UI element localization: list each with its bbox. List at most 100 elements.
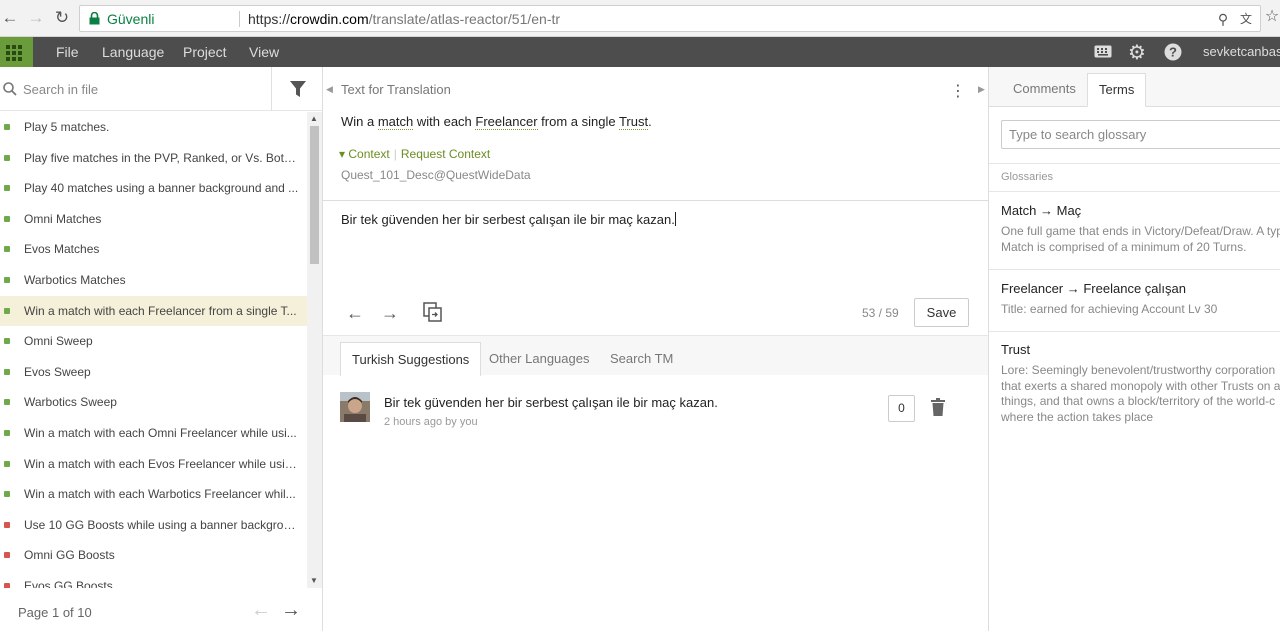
url-protocol: https:// [248, 11, 291, 27]
tab-other-languages[interactable]: Other Languages [478, 342, 600, 376]
search-in-file-input[interactable] [23, 79, 263, 99]
keyboard-icon[interactable] [1094, 45, 1112, 58]
source-label: Text for Translation [341, 82, 451, 97]
string-identifier: Quest_101_Desc@QuestWideData [341, 168, 531, 182]
copy-source-icon[interactable] [423, 302, 442, 322]
term-description: One full game that ends in Victory/Defea… [1001, 224, 1280, 238]
context-toggle-icon[interactable]: ▾ [339, 147, 345, 161]
glossary-search-input[interactable] [1001, 120, 1280, 149]
next-string-icon[interactable]: → [381, 303, 399, 324]
term-title: Trust [1001, 342, 1031, 357]
string-list-label: Evos Matches [24, 242, 100, 257]
status-indicator [4, 460, 10, 467]
browser-toolbar: ← → ↻ Güvenli https://crowdin.com/transl… [0, 0, 1280, 37]
suggestion-meta: 2 hours ago by you [384, 416, 478, 428]
string-list-label: Omni GG Boosts [24, 548, 115, 563]
request-context-link[interactable]: Request Context [401, 147, 490, 161]
filter-button[interactable] [271, 67, 322, 111]
collapse-left-icon[interactable]: ◀ [326, 84, 333, 95]
string-list-item[interactable]: Win a match with each Freelancer from a … [0, 295, 307, 327]
string-list-item[interactable]: Use 10 GG Boosts while using a banner ba… [0, 510, 300, 541]
info-tabs: Comments Terms [989, 67, 1280, 107]
prev-string-icon[interactable]: ← [346, 303, 364, 324]
context-toggle[interactable]: Context [348, 147, 389, 161]
zoom-icon[interactable]: ⚲ [1214, 10, 1232, 28]
user-name[interactable]: sevketcanbas [1203, 44, 1280, 59]
string-list-item[interactable]: Play 5 matches. [0, 112, 300, 143]
url-path: /translate/atlas-reactor/51/en-tr [368, 11, 561, 27]
status-indicator [4, 338, 10, 345]
divider [989, 163, 1280, 164]
context-links: ▾ Context | Request Context [339, 147, 491, 161]
source-part: Win a [341, 114, 378, 129]
forward-icon[interactable]: → [26, 8, 46, 28]
string-list-item[interactable]: Evos GG Boosts [0, 571, 300, 588]
help-icon[interactable]: ? [1164, 43, 1182, 61]
scroll-up-icon[interactable]: ▲ [310, 114, 318, 123]
string-list-item[interactable]: Warbotics Matches [0, 265, 300, 296]
menu-view[interactable]: View [249, 44, 279, 60]
glossary-term-match[interactable]: match [377, 114, 414, 130]
address-bar[interactable]: Güvenli https://crowdin.com/translate/at… [79, 5, 1261, 32]
string-list-item[interactable]: Warbotics Sweep [0, 387, 300, 418]
string-list-item[interactable]: Win a match with each Warbotics Freelanc… [0, 479, 300, 510]
string-list-item[interactable]: Play five matches in the PVP, Ranked, or… [0, 143, 300, 174]
tab-comments[interactable]: Comments [1002, 73, 1087, 107]
string-list-label: Use 10 GG Boosts while using a banner ba… [24, 517, 300, 532]
string-list-item[interactable]: Win a match with each Evos Freelancer wh… [0, 449, 300, 480]
translate-icon[interactable]: 文 [1237, 10, 1255, 28]
status-indicator [4, 491, 10, 498]
url-text[interactable]: https://crowdin.com/translate/atlas-reac… [248, 11, 560, 27]
tab-search-tm[interactable]: Search TM [599, 342, 684, 376]
string-list-scrollbar[interactable]: ▲ ▼ [307, 112, 322, 588]
bookmark-star-icon[interactable]: ☆ [1262, 7, 1280, 27]
translation-textarea[interactable]: Bir tek güvenden her bir serbest çalışan… [341, 212, 971, 227]
suggestion-item[interactable]: Bir tek güvenden her bir serbest çalışan… [323, 375, 988, 435]
vote-count[interactable]: 0 [888, 395, 915, 422]
menu-language[interactable]: Language [102, 44, 164, 60]
reload-icon[interactable]: ↻ [52, 8, 72, 28]
divider [989, 331, 1280, 332]
term-title: Freelancer → Freelance çalışan [1001, 281, 1186, 296]
menu-file[interactable]: File [56, 44, 79, 60]
glossary-term-freelancer[interactable]: Freelancer [475, 114, 538, 130]
string-list-item[interactable]: Win a match with each Omni Freelancer wh… [0, 418, 300, 449]
string-list-item[interactable]: Omni GG Boosts [0, 540, 300, 571]
glossary-term: Freelancer → Freelance çalışan Title: ea… [1001, 281, 1280, 318]
suggestion-text: Bir tek güvenden her bir serbest çalışan… [384, 395, 718, 410]
tab-turkish-suggestions[interactable]: Turkish Suggestions [340, 342, 482, 376]
secure-label: Güvenli [107, 11, 155, 27]
delete-icon[interactable] [930, 398, 946, 416]
string-list-item[interactable]: Omni Matches [0, 204, 300, 235]
gear-icon[interactable]: ⚙ [1128, 40, 1146, 65]
suggestions-tabs: Turkish Suggestions Other Languages Sear… [323, 335, 988, 376]
translation-text: Bir tek güvenden her bir serbest çalışan… [341, 212, 675, 227]
status-indicator [4, 276, 10, 283]
menu-project[interactable]: Project [183, 44, 227, 60]
status-indicator [4, 552, 10, 559]
string-list-item[interactable]: Evos Sweep [0, 357, 300, 388]
status-indicator [4, 582, 10, 588]
back-icon[interactable]: ← [0, 8, 20, 28]
prev-page-icon[interactable]: ← [251, 599, 271, 622]
string-list-item[interactable]: Play 40 matches using a banner backgroun… [0, 173, 300, 204]
string-list-label: Play five matches in the PVP, Ranked, or… [24, 150, 300, 165]
next-page-icon[interactable]: → [281, 599, 301, 622]
svg-text:?: ? [1169, 45, 1177, 60]
string-list-item[interactable]: Omni Sweep [0, 326, 300, 357]
string-list-item[interactable]: Evos Matches [0, 234, 300, 265]
scroll-down-icon[interactable]: ▼ [310, 576, 318, 585]
more-options-icon[interactable]: ⋮ [950, 81, 966, 101]
tab-terms[interactable]: Terms [1087, 73, 1147, 107]
scrollbar-thumb[interactable] [310, 126, 319, 264]
save-button[interactable]: Save [914, 298, 969, 327]
source-part: with each [413, 114, 476, 129]
collapse-right-icon[interactable]: ▶ [978, 84, 985, 95]
status-indicator [4, 185, 10, 192]
string-list-label: Win a match with each Evos Freelancer wh… [24, 456, 300, 471]
apps-grid-icon[interactable] [0, 37, 33, 67]
editor-panel: ◀ ▶ Text for Translation ⋮ Win a match w… [323, 67, 988, 631]
string-list-label: Omni Sweep [24, 334, 93, 349]
string-list-label: Omni Matches [24, 211, 102, 226]
glossary-term-trust[interactable]: Trust [618, 114, 649, 130]
